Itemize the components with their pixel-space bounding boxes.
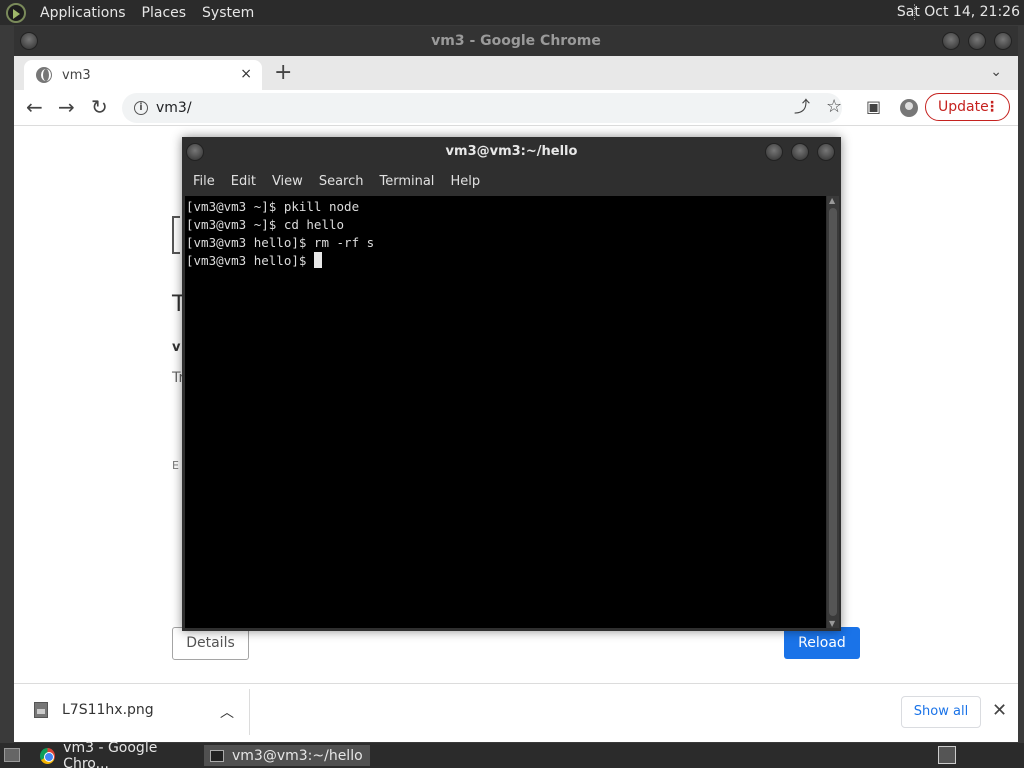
distro-logo-icon[interactable] — [6, 2, 26, 23]
minimize-button[interactable] — [765, 143, 783, 161]
globe-icon — [36, 67, 52, 83]
tab-title: vm3 — [62, 67, 91, 83]
download-shelf: L7S11hx.png ︿ Show all ✕ — [14, 683, 1018, 742]
site-info-icon[interactable]: i — [134, 101, 148, 115]
show-desktop-icon[interactable] — [4, 748, 20, 762]
partial-small-text: E — [172, 459, 179, 472]
scrollbar-thumb[interactable] — [829, 208, 837, 616]
maximize-button[interactable] — [968, 32, 986, 50]
scroll-up-arrow-icon[interactable]: ▲ — [829, 196, 835, 205]
menu-places[interactable]: Places — [134, 5, 195, 21]
terminal-title: vm3@vm3:~/hello — [445, 144, 578, 159]
forward-icon[interactable]: → — [58, 96, 75, 118]
close-button[interactable] — [817, 143, 835, 161]
minimize-button[interactable] — [942, 32, 960, 50]
reload-button[interactable]: Reload — [784, 627, 860, 659]
terminal-titlebar[interactable]: vm3@vm3:~/hello — [182, 137, 841, 167]
terminal-line: [vm3@vm3 hello]$ rm -rf s — [186, 235, 375, 250]
clock[interactable]: Sat Oct 14, 21:26 — [897, 4, 1020, 20]
share-icon[interactable]: ⤴ — [794, 96, 810, 118]
terminal-icon — [210, 749, 224, 762]
details-button[interactable]: Details — [172, 627, 249, 660]
window-menu-button[interactable] — [20, 32, 38, 50]
show-all-button[interactable]: Show all — [901, 696, 981, 728]
update-button[interactable]: Update ⋮ — [925, 93, 1010, 121]
menu-search[interactable]: Search — [311, 174, 372, 189]
chrome-titlebar[interactable]: vm3 - Google Chrome — [14, 26, 1018, 56]
bookmark-star-icon[interactable]: ☆ — [826, 96, 842, 118]
profile-avatar-icon[interactable] — [900, 99, 918, 117]
new-tab-button[interactable]: + — [274, 60, 292, 86]
download-filename: L7S11hx.png — [62, 702, 154, 718]
chrome-icon — [40, 747, 56, 764]
menu-system[interactable]: System — [194, 5, 262, 21]
image-file-icon — [34, 702, 48, 718]
side-panel-icon[interactable]: ▣ — [866, 96, 881, 118]
browser-tab[interactable]: vm3 × — [24, 60, 262, 90]
menu-applications[interactable]: Applications — [32, 5, 134, 21]
kebab-menu-icon[interactable]: ⋮ — [985, 94, 999, 120]
browser-toolbar: ← → ↻ i vm3/ ⤴ ☆ ▣ Update ⋮ — [14, 90, 1018, 126]
chrome-window-title: vm3 - Google Chrome — [431, 33, 601, 49]
partial-bold-text: v — [172, 340, 181, 355]
window-menu-button[interactable] — [186, 143, 204, 161]
address-bar[interactable]: i vm3/ — [122, 93, 842, 123]
taskbar: vm3 - Google Chro... vm3@vm3:~/hello — [0, 740, 1024, 768]
menu-terminal[interactable]: Terminal — [371, 174, 442, 189]
taskbar-item-label: vm3 - Google Chro... — [63, 739, 158, 768]
terminal-prompt: [vm3@vm3 hello]$ — [186, 253, 314, 268]
tab-strip: vm3 × + ⌄ — [14, 56, 1018, 90]
top-panel: Applications Places System Sat Oct 14, 2… — [0, 0, 1024, 25]
terminal-prompt-line[interactable]: [vm3@vm3 hello]$ — [186, 252, 826, 270]
update-label: Update — [938, 99, 989, 115]
download-item[interactable]: L7S11hx.png — [34, 702, 154, 718]
scroll-down-arrow-icon[interactable]: ▼ — [829, 619, 835, 628]
text-cursor — [313, 252, 322, 268]
terminal-scrollbar[interactable]: ▲ ▼ — [827, 196, 839, 628]
close-button[interactable] — [994, 32, 1012, 50]
back-icon[interactable]: ← — [26, 96, 43, 118]
tab-search-icon[interactable]: ⌄ — [990, 64, 1002, 80]
menu-file[interactable]: File — [185, 174, 223, 189]
terminal-line: [vm3@vm3 ~]$ cd hello — [186, 217, 345, 232]
terminal-line: [vm3@vm3 ~]$ pkill node — [186, 199, 360, 214]
divider — [249, 689, 250, 735]
terminal-window: vm3@vm3:~/hello File Edit View Search Te… — [182, 137, 841, 631]
terminal-menubar: File Edit View Search Terminal Help — [182, 167, 841, 195]
taskbar-item-label: vm3@vm3:~/hello — [232, 747, 363, 764]
chevron-up-icon[interactable]: ︿ — [220, 702, 234, 722]
url-text[interactable]: vm3/ — [156, 93, 192, 123]
terminal-output[interactable]: [vm3@vm3 ~]$ pkill node [vm3@vm3 ~]$ cd … — [185, 196, 826, 628]
workspace-switcher[interactable] — [938, 746, 956, 764]
partial-box — [172, 216, 180, 254]
tab-close-icon[interactable]: × — [240, 66, 252, 82]
menu-help[interactable]: Help — [442, 174, 488, 189]
maximize-button[interactable] — [791, 143, 809, 161]
taskbar-item-chrome[interactable]: vm3 - Google Chro... — [36, 740, 200, 768]
menu-edit[interactable]: Edit — [223, 174, 264, 189]
menu-view[interactable]: View — [264, 174, 311, 189]
close-icon[interactable]: ✕ — [992, 700, 1007, 721]
taskbar-item-terminal[interactable]: vm3@vm3:~/hello — [204, 745, 370, 766]
reload-icon[interactable]: ↻ — [91, 96, 108, 118]
